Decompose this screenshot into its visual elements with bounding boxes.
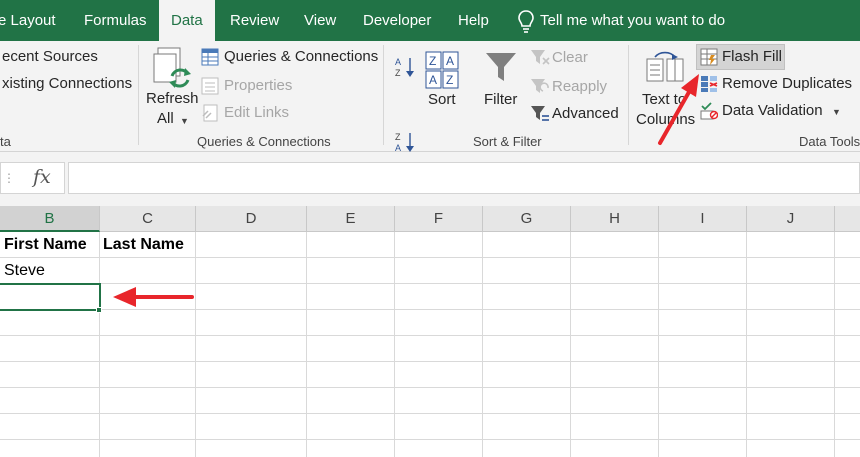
arrow-to-active-cell [113, 287, 194, 307]
annotation-arrows [113, 74, 699, 307]
arrow-to-flash-fill [658, 74, 699, 145]
